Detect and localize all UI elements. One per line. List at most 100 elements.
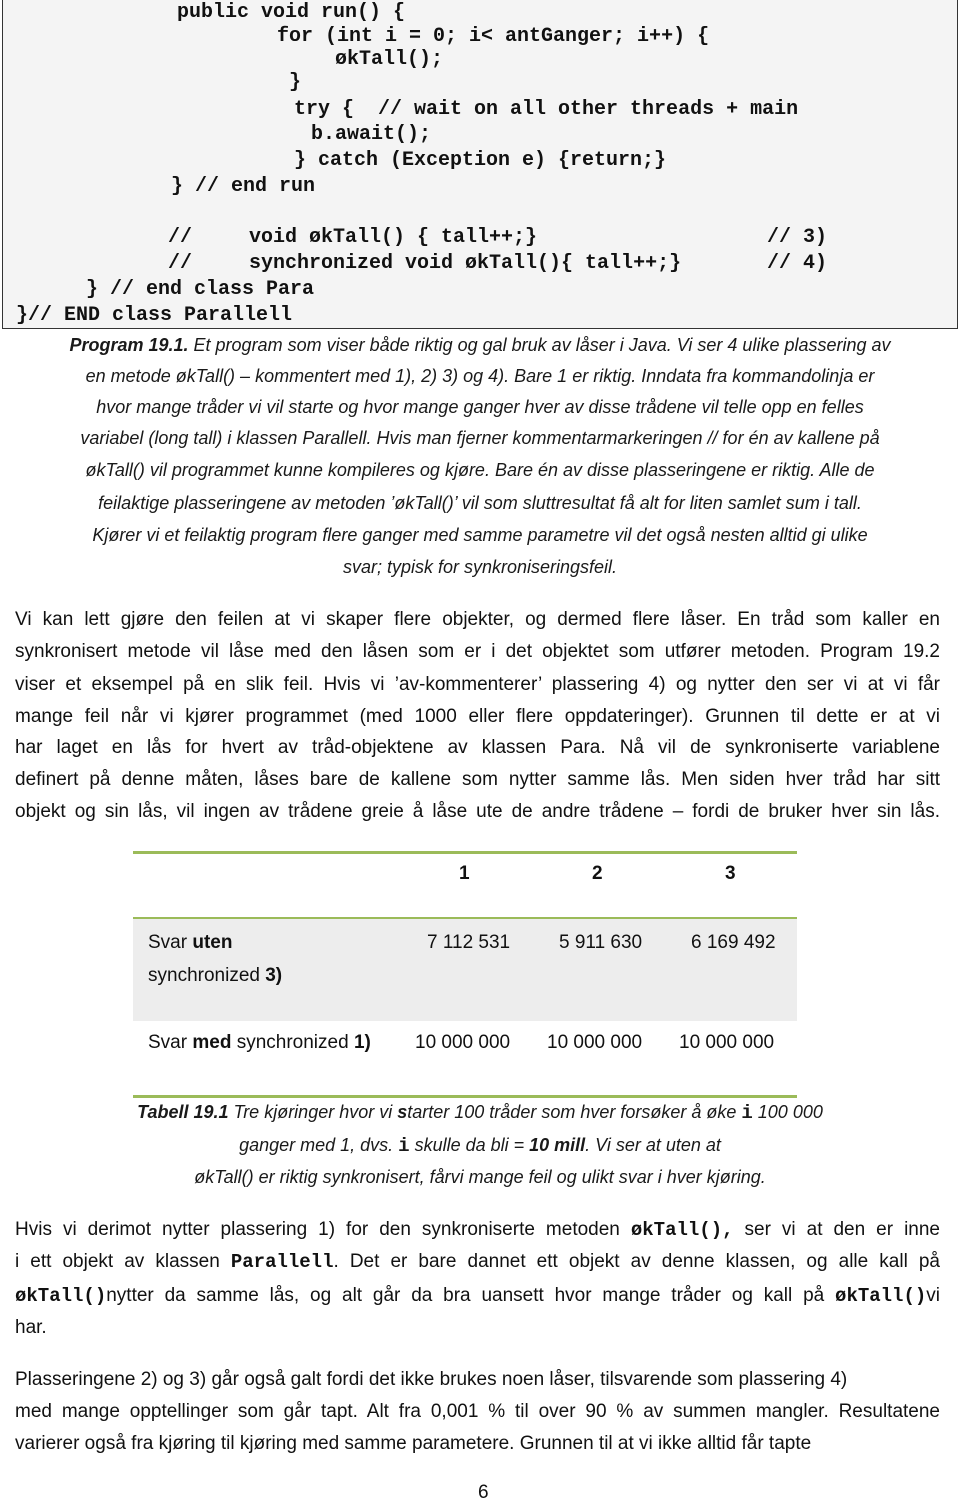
row-label: synchronized 3) <box>148 964 282 988</box>
text-line: feilaktige plasseringene av metoden ’økT… <box>0 491 960 515</box>
text-run: Kjører vi et feilaktig program flere gan… <box>92 525 868 545</box>
code-line: b.await(); <box>311 123 432 146</box>
text-line: med mange opptellinger som går tapt. Alt… <box>15 1400 940 1424</box>
text-run: økTall() <box>835 1285 927 1307</box>
text-run: økTall() vil programmet kunne kompileres… <box>85 460 875 480</box>
text-run: i <box>398 1135 410 1157</box>
table-cell: 10 000 000 <box>547 1032 643 1053</box>
text-run: Tre kjøringer hvor vi <box>228 1102 398 1122</box>
code-line: void økTall() { tall++;} <box>249 226 538 249</box>
text-run: objekt og sin lås, vil ingen av trådene … <box>15 801 940 822</box>
text-run: varierer også fra kjøring til kjøring me… <box>15 1433 812 1454</box>
text-line: økTall() er riktig synkronisert, fårvi m… <box>0 1165 960 1189</box>
text-line: økTall() vil programmet kunne kompileres… <box>0 458 960 482</box>
text-line: objekt og sin lås, vil ingen av trådene … <box>15 800 940 824</box>
results-table: 1 2 3 Svar uten synchronized 3) 7 112 53… <box>133 851 797 1098</box>
text-run: Vi kan lett gjøre den feilen at vi skape… <box>15 609 940 630</box>
text-run: skulle da bli = <box>409 1135 530 1155</box>
text-run: variabel (long tall) i klassen Parallell… <box>80 428 880 448</box>
text-run: en metode økTall() – kommentert med 1), … <box>85 366 875 386</box>
text-line: Kjører vi et feilaktig program flere gan… <box>0 523 960 547</box>
column-header: 1 <box>459 863 470 884</box>
text-run: ganger med 1, dvs. <box>239 1135 399 1155</box>
text-run: s <box>397 1102 408 1122</box>
text-run: synkronisert metode vil låse med den lås… <box>15 641 940 662</box>
text-run: synchronized <box>148 965 266 986</box>
text-line: Tabell 19.1 Tre kjøringer hvor vi starte… <box>0 1100 960 1125</box>
text-run: feilaktige plasseringene av metoden ’økT… <box>98 493 862 513</box>
text-line: har. <box>15 1316 940 1340</box>
table-cell: 7 112 531 <box>427 932 511 953</box>
text-line: synkronisert metode vil låse med den lås… <box>15 640 940 664</box>
text-line: Program 19.1. Et program som viser både … <box>0 333 960 357</box>
table-cell: 5 911 630 <box>559 932 643 953</box>
text-line: ganger med 1, dvs. i skulle da bli = 10 … <box>0 1133 960 1158</box>
text-run: 100 000 <box>752 1102 823 1122</box>
column-header: 2 <box>592 863 603 884</box>
text-run: Plasseringene 2) og 3) går også galt for… <box>15 1369 848 1390</box>
text-run: med mange opptellinger som går tapt. Alt… <box>15 1401 940 1422</box>
code-line: } <box>289 71 302 94</box>
text-line: svar; typisk for synkroniseringsfeil. <box>0 555 960 579</box>
text-line: variabel (long tall) i klassen Parallell… <box>0 426 960 450</box>
text-run: i <box>741 1102 753 1124</box>
text-line: hvor mange tråder vi vil starte og hvor … <box>0 395 960 419</box>
code-line: } catch (Exception e) {return;} <box>294 149 667 172</box>
code-listing: public void run() {for (int i = 0; i< an… <box>2 0 958 329</box>
text-run: synchronized <box>231 1032 354 1053</box>
text-run: 1) <box>353 1032 371 1053</box>
code-line: public void run() { <box>177 1 406 24</box>
column-header: 3 <box>725 863 736 884</box>
text-run: . Det er bare dannet ett objekt av denne… <box>333 1251 940 1272</box>
text-run: viser et eksempel på en slik feil. Hvis … <box>15 674 940 695</box>
row-label: Svar uten <box>148 931 232 955</box>
text-run: med <box>192 1032 232 1053</box>
text-run: Hvis vi derimot nytter plassering 1) for… <box>15 1219 631 1240</box>
code-line: synchronized void økTall(){ tall++;} <box>249 252 682 275</box>
text-run: Tabell 19.1 <box>137 1102 229 1122</box>
text-line: Plasseringene 2) og 3) går også galt for… <box>15 1368 940 1392</box>
text-run: har. <box>15 1317 47 1338</box>
text-line: i ett objekt av klassen Parallell. Det e… <box>15 1250 940 1274</box>
code-line: // 4) <box>767 252 828 275</box>
text-run: svar; typisk for synkroniseringsfeil. <box>342 557 618 577</box>
text-run: økTall() <box>15 1285 107 1307</box>
code-line: // 3) <box>767 226 828 249</box>
text-run: Svar <box>148 1032 193 1053</box>
text-line: mange feil når vi kjører programmet (med… <box>15 705 940 729</box>
text-run: Program 19.1. <box>69 335 189 355</box>
code-line: // <box>168 252 193 275</box>
text-run: 3) <box>265 965 283 986</box>
table-cell: 6 169 492 <box>691 932 776 953</box>
row-label: Svar med synchronized 1) <box>148 1031 371 1055</box>
text-run: definert på denne måten, låses bare de k… <box>15 769 940 790</box>
table-rule-bottom <box>133 1095 797 1098</box>
text-run: har laget en lås for hvert av tråd-objek… <box>15 737 940 758</box>
text-run: . Vi ser at uten at <box>585 1135 721 1155</box>
text-line: varierer også fra kjøring til kjøring me… <box>15 1432 940 1456</box>
text-run: økTall() er riktig synkronisert, fårvi m… <box>194 1167 766 1187</box>
text-run: Parallell <box>230 1251 334 1273</box>
text-run: ser vi at den er inne <box>733 1219 941 1240</box>
text-run: 10 mill <box>529 1135 586 1155</box>
text-run: i ett objekt av klassen <box>15 1251 231 1272</box>
text-run: vi <box>926 1285 940 1306</box>
page-number: 6 <box>478 1482 489 1503</box>
text-run: nytter da samme lås, og alt går da bra u… <box>106 1285 836 1306</box>
code-line: // <box>168 226 193 249</box>
code-line: økTall(); <box>335 48 444 71</box>
code-line: for (int i = 0; i< antGanger; i++) { <box>277 25 710 48</box>
code-line: } // end class Para <box>86 278 315 301</box>
code-line: } // end run <box>171 175 316 198</box>
table-cell: 10 000 000 <box>415 1032 511 1053</box>
text-run: hvor mange tråder vi vil starte og hvor … <box>96 397 864 417</box>
table-rule-top <box>133 851 797 854</box>
text-run: Et program som viser både riktig og gal … <box>188 335 891 355</box>
table-cell: 10 000 000 <box>679 1032 775 1053</box>
text-line: en metode økTall() – kommentert med 1), … <box>0 364 960 388</box>
code-line: try { // wait on all other threads + mai… <box>294 98 799 121</box>
text-line: definert på denne måten, låses bare de k… <box>15 768 940 792</box>
text-line: viser et eksempel på en slik feil. Hvis … <box>15 673 940 697</box>
text-run: uten <box>192 932 233 953</box>
text-run: Svar <box>148 932 193 953</box>
